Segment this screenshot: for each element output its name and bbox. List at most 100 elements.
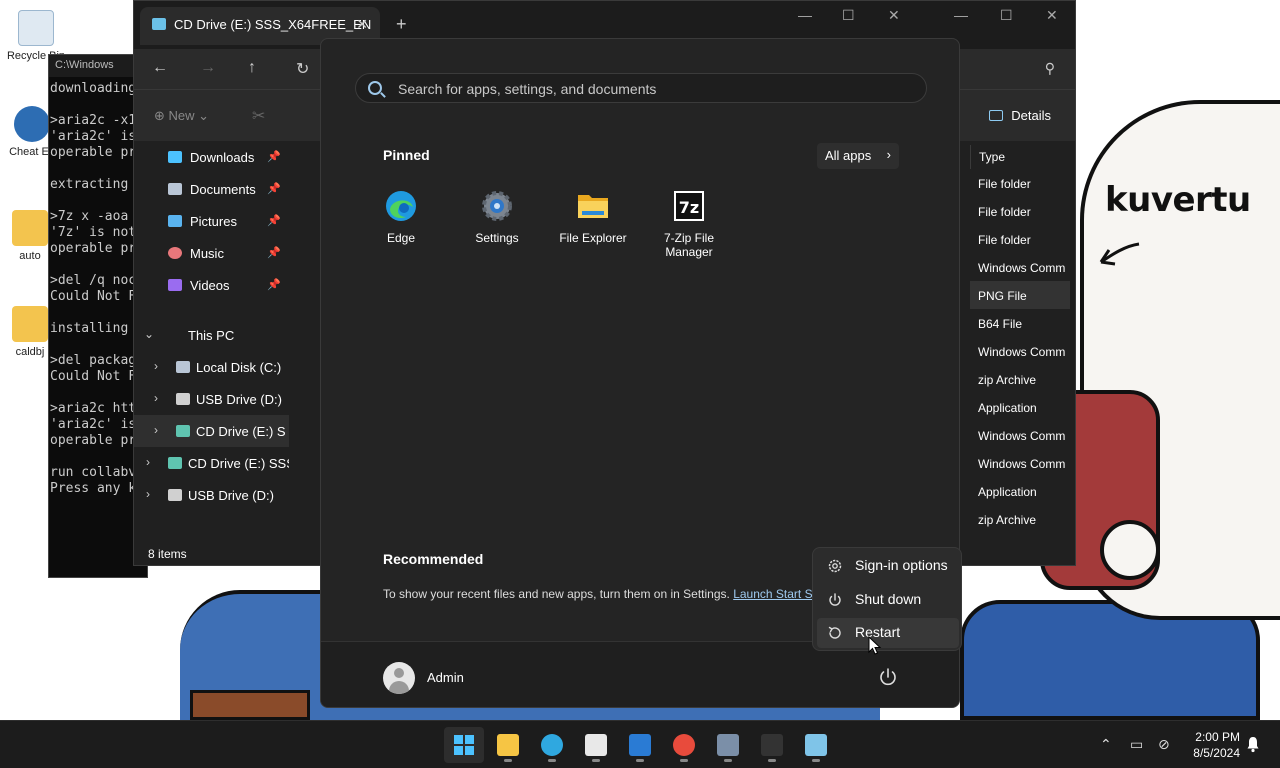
sidebar-item-music[interactable]: Music 📌 [134, 237, 289, 269]
wallpaper-caption: kuvertu [1105, 180, 1251, 220]
chevron-up-icon[interactable]: ⌃ [1100, 736, 1112, 753]
type-column-header[interactable]: Type [970, 145, 1070, 169]
running-indicator [592, 759, 600, 762]
new-button[interactable]: ⊕ New ⌄ [154, 108, 209, 124]
file-type-cell[interactable]: PNG File [970, 281, 1070, 309]
chevron-right-icon[interactable]: › [154, 359, 158, 373]
sidebar-item-cd-drive-e[interactable]: › CD Drive (E:) S [134, 415, 289, 447]
minimize-button[interactable]: — [798, 7, 812, 23]
file-type-cell[interactable]: zip Archive [970, 365, 1070, 393]
chevron-right-icon[interactable]: › [154, 391, 158, 405]
taskbar-store-button[interactable] [576, 727, 616, 763]
cd-drive-icon [176, 425, 190, 437]
pinned-app-settings[interactable]: Settings [449, 189, 545, 245]
forward-arrow-icon[interactable]: → [200, 59, 216, 77]
running-indicator [680, 759, 688, 762]
user-name[interactable]: Admin [427, 670, 464, 685]
chevron-right-icon[interactable]: › [146, 455, 150, 469]
back-arrow-icon[interactable]: ← [152, 59, 168, 77]
refresh-icon[interactable]: ↻ [296, 59, 309, 79]
sidebar-item-documents[interactable]: Documents 📌 [134, 173, 289, 205]
chevron-right-icon[interactable]: › [146, 487, 150, 501]
start-search-box[interactable] [355, 73, 927, 103]
picture-icon [168, 215, 182, 227]
network-icon[interactable]: ▭ [1130, 736, 1143, 753]
launch-start-settings-link[interactable]: Launch Start S [733, 587, 812, 601]
close-button[interactable]: ✕ [1046, 7, 1058, 24]
pin-icon: 📌 [267, 247, 281, 259]
running-indicator [768, 759, 776, 762]
maximize-button[interactable]: ☐ [1000, 7, 1013, 24]
taskbar-terminal-button[interactable] [752, 727, 792, 763]
shut-down-menu-item[interactable]: Shut down [817, 585, 959, 615]
file-type-cell[interactable]: File folder [970, 169, 1070, 197]
power-icon[interactable] [877, 666, 899, 688]
sidebar-item-videos[interactable]: Videos 📌 [134, 269, 289, 301]
usb-drive-icon [168, 489, 182, 501]
pinned-app-7zip[interactable]: 7z 7-Zip File Manager [641, 189, 737, 259]
clock[interactable]: 2:00 PM 8/5/2024 [1180, 729, 1240, 761]
start-search-input[interactable] [398, 79, 898, 99]
new-tab-button[interactable]: + [396, 14, 407, 35]
restart-icon [828, 626, 841, 639]
folder-icon [12, 210, 48, 246]
sidebar-item-local-disk-c[interactable]: › Local Disk (C:) [134, 351, 289, 383]
file-type-cell[interactable]: Windows Comm [970, 421, 1070, 449]
video-icon [168, 279, 182, 291]
wallpaper-art [190, 690, 310, 720]
maximize-button[interactable]: ☐ [842, 7, 855, 24]
settings-gear-icon [480, 189, 514, 223]
close-tab-icon[interactable]: ✕ [356, 16, 368, 33]
restart-menu-item[interactable]: Restart [817, 618, 959, 648]
file-type-cell[interactable]: Application [970, 393, 1070, 421]
file-type-cell[interactable]: File folder [970, 197, 1070, 225]
sidebar-item-usb-drive-d[interactable]: › USB Drive (D:) [134, 479, 289, 511]
taskbar-notepad-button[interactable] [796, 727, 836, 763]
folder-icon [576, 189, 610, 223]
notification-bell-icon[interactable] [1246, 735, 1260, 753]
taskbar-media-button[interactable] [708, 727, 748, 763]
chevron-right-icon[interactable]: › [154, 423, 158, 437]
file-type-cell[interactable]: Windows Comm [970, 337, 1070, 365]
running-indicator [548, 759, 556, 762]
file-type-cell[interactable]: B64 File [970, 309, 1070, 337]
download-icon [168, 151, 182, 163]
type-cells: File folder File folder File folder Windows… [970, 169, 1070, 533]
notepad-icon [805, 734, 827, 756]
svg-text:7z: 7z [679, 198, 699, 217]
taskbar-outlook-button[interactable] [620, 727, 660, 763]
file-type-cell[interactable]: Application [970, 477, 1070, 505]
details-button[interactable]: Details [989, 108, 1051, 123]
sidebar-item-pictures[interactable]: Pictures 📌 [134, 205, 289, 237]
minimize-button[interactable]: — [954, 7, 968, 23]
pinned-app-edge[interactable]: Edge [353, 189, 449, 245]
search-icon[interactable]: ⚲ [1045, 60, 1055, 77]
pinned-app-label: Edge [386, 231, 416, 245]
file-type-cell[interactable]: Windows Comm [970, 449, 1070, 477]
sidebar-item-downloads[interactable]: Downloads 📌 [134, 141, 289, 173]
avatar[interactable] [383, 662, 415, 694]
mouse-cursor-icon [868, 636, 882, 655]
close-button[interactable]: ✕ [888, 7, 900, 24]
taskbar-chrome-button[interactable] [664, 727, 704, 763]
sidebar-item-usb-drive-d[interactable]: › USB Drive (D:) [134, 383, 289, 415]
file-type-cell[interactable]: File folder [970, 225, 1070, 253]
cut-icon[interactable]: ✂ [252, 106, 265, 126]
pinned-app-file-explorer[interactable]: File Explorer [545, 189, 641, 245]
sign-in-options-menu-item[interactable]: Sign-in options [817, 551, 959, 581]
file-type-cell[interactable]: zip Archive [970, 505, 1070, 533]
pinned-app-label: 7-Zip File Manager [663, 231, 714, 259]
sidebar-item-this-pc[interactable]: ⌄ This PC [134, 319, 289, 351]
taskbar-start-button[interactable] [444, 727, 484, 763]
file-type-cell[interactable]: Windows Comm [970, 253, 1070, 281]
taskbar-edge-button[interactable] [532, 727, 572, 763]
menu-item-label: Shut down [855, 591, 922, 607]
taskbar-file-explorer-button[interactable] [488, 727, 528, 763]
volume-muted-icon[interactable]: ⊘ [1158, 736, 1170, 753]
up-arrow-icon[interactable]: ↑ [248, 59, 256, 77]
clock-date: 8/5/2024 [1193, 746, 1240, 760]
terminal-icon [761, 734, 783, 756]
chevron-down-icon[interactable]: ⌄ [144, 327, 154, 341]
all-apps-button[interactable]: All apps › [817, 143, 899, 169]
sidebar-item-cd-drive-e[interactable]: › CD Drive (E:) SSS [134, 447, 289, 479]
